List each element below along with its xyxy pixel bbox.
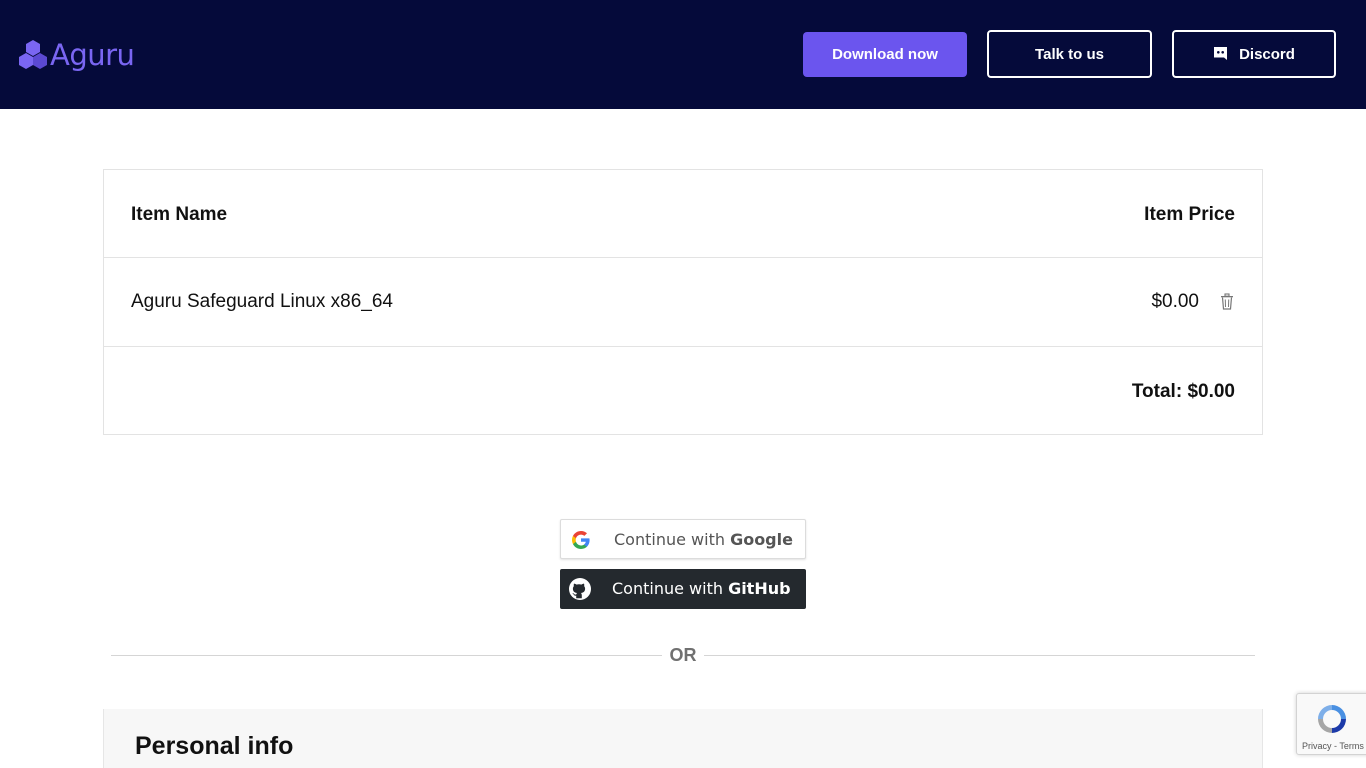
cart-total-row: Total: $0.00 (104, 347, 1262, 435)
discord-icon (1214, 47, 1228, 60)
google-button-label: Continue with Google (614, 530, 793, 549)
column-header-item-price: Item Price (1144, 204, 1235, 225)
recaptcha-privacy-link[interactable]: Privacy (1302, 741, 1332, 751)
recaptcha-terms-link[interactable]: Terms (1339, 741, 1364, 751)
recaptcha-badge[interactable]: Privacy - Terms (1296, 693, 1366, 755)
trash-icon[interactable] (1220, 293, 1234, 310)
github-button-label: Continue with GitHub (612, 579, 791, 598)
or-divider-right (704, 655, 1255, 656)
cart-table: Item Name Item Price Aguru Safeguard Lin… (103, 169, 1263, 435)
cart-item-name: Aguru Safeguard Linux x86_64 (131, 291, 393, 312)
logo-hexagon-icon (19, 40, 47, 69)
recaptcha-icon (1318, 705, 1346, 733)
discord-label: Discord (1239, 45, 1295, 63)
top-navigation-bar: Aguru Download now Talk to us Discord (0, 0, 1366, 109)
aguru-logo[interactable]: Aguru (19, 37, 135, 73)
download-now-label: Download now (832, 46, 938, 63)
discord-button[interactable]: Discord (1172, 30, 1336, 78)
continue-with-github-button[interactable]: Continue with GitHub (560, 569, 806, 609)
download-now-button[interactable]: Download now (803, 32, 967, 77)
column-header-item-name: Item Name (131, 204, 228, 225)
talk-to-us-label: Talk to us (1035, 45, 1104, 63)
google-icon (572, 531, 590, 549)
logo-text: Aguru (50, 38, 135, 72)
cart-item-row: Aguru Safeguard Linux x86_64 $0.00 (104, 258, 1262, 347)
continue-with-google-button[interactable]: Continue with Google (560, 519, 806, 559)
recaptcha-links: Privacy - Terms (1302, 741, 1364, 751)
github-icon (569, 578, 591, 600)
or-divider-label: OR (669, 645, 697, 665)
or-divider-left (111, 655, 662, 656)
cart-header-row: Item Name Item Price (104, 170, 1262, 258)
cart-item-price: $0.00 (1151, 291, 1199, 312)
talk-to-us-button[interactable]: Talk to us (987, 30, 1152, 78)
cart-total: Total: $0.00 (1131, 381, 1235, 402)
personal-info-section: Personal info (103, 709, 1263, 768)
personal-info-title: Personal info (135, 732, 294, 760)
